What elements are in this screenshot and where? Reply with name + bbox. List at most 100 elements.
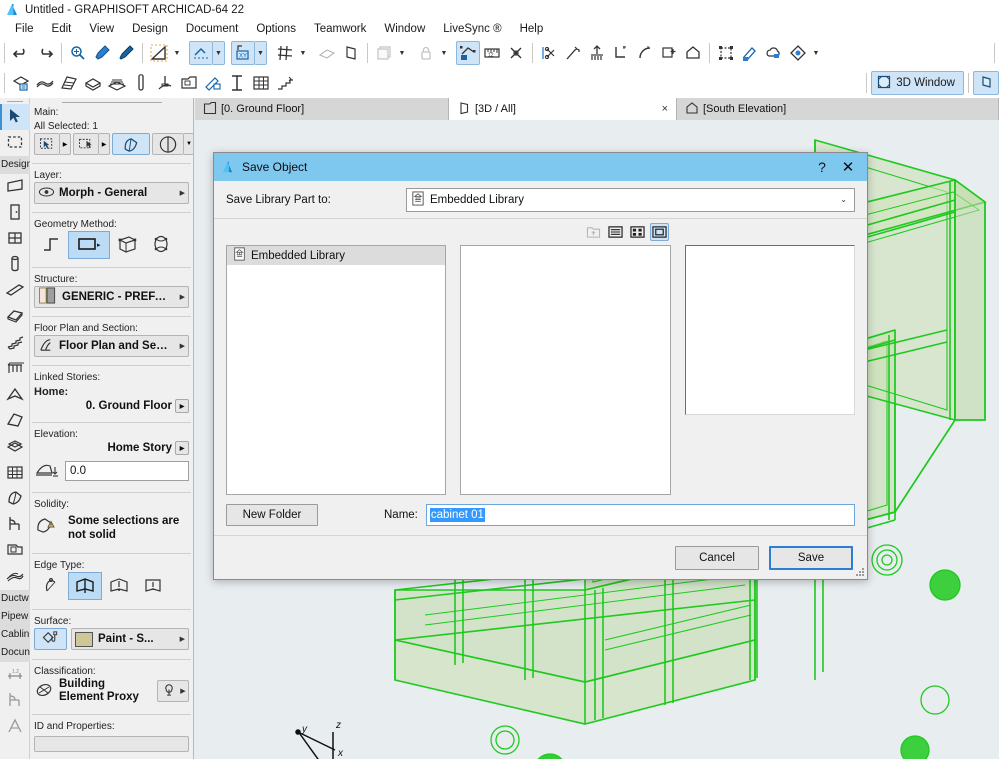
tool-arrow-select[interactable] <box>0 104 30 130</box>
chevron-right-icon[interactable]: ▶ <box>175 399 189 413</box>
morph-tool-icon[interactable] <box>112 133 150 155</box>
measure-tool-icon[interactable] <box>147 41 171 65</box>
up-folder-icon[interactable] <box>584 223 603 241</box>
tab-south-elevation[interactable]: [South Elevation] <box>677 98 999 120</box>
tool-morph[interactable] <box>0 486 30 512</box>
intersect-icon[interactable] <box>609 41 633 65</box>
chevron-right-icon[interactable]: ▶ <box>175 441 189 455</box>
tool-stamp[interactable] <box>0 538 30 564</box>
guide-lines-icon[interactable] <box>189 41 213 65</box>
grid-snap-icon[interactable] <box>273 41 297 65</box>
elevation-window-button[interactable] <box>973 71 999 95</box>
id-properties-field[interactable] <box>34 736 189 752</box>
close-icon[interactable]: ✕ <box>835 155 861 179</box>
elevation-input[interactable]: 0.0 <box>65 461 189 481</box>
zone-icon[interactable] <box>177 71 201 95</box>
help-icon[interactable]: ? <box>809 155 835 179</box>
edge-visible-button[interactable] <box>102 572 136 600</box>
dimension-ruler-icon[interactable]: 12 <box>480 41 504 65</box>
tool-wall[interactable] <box>0 174 30 200</box>
tool-stair[interactable] <box>0 330 30 356</box>
selection-settings-button[interactable]: ▶ <box>34 133 71 155</box>
tool-mesh[interactable] <box>0 434 30 460</box>
marquee-zoom-icon[interactable] <box>66 41 90 65</box>
profile-icon[interactable] <box>225 71 249 95</box>
morph-preview-button[interactable]: ▼ <box>152 133 194 155</box>
beam-icon[interactable] <box>153 71 177 95</box>
morph-preview-icon[interactable] <box>152 133 184 155</box>
edge-hard-button[interactable] <box>68 572 102 600</box>
chevron-right-icon[interactable]: ▶ <box>178 635 185 643</box>
selection-settings-icon[interactable] <box>34 133 60 155</box>
chevron-down-icon[interactable]: ▼ <box>184 133 194 155</box>
menu-teamwork[interactable]: Teamwork <box>305 20 375 38</box>
chevron-down-icon[interactable]: ▼ <box>810 41 822 65</box>
syringe-icon[interactable] <box>114 41 138 65</box>
menu-help[interactable]: Help <box>511 20 553 38</box>
tree-item-embedded-library[interactable]: Embedded Library <box>227 246 445 265</box>
chevron-right-icon[interactable]: ▶ <box>178 293 185 301</box>
shell-icon[interactable] <box>57 71 81 95</box>
morph-settings-icon[interactable] <box>9 71 33 95</box>
multiply-icon[interactable] <box>657 41 681 65</box>
tool-beam[interactable] <box>0 278 30 304</box>
slab-icon[interactable] <box>81 71 105 95</box>
tool-roof-plane[interactable] <box>0 564 30 590</box>
geometry-revolve-button[interactable] <box>144 231 178 259</box>
tool-window[interactable] <box>0 226 30 252</box>
tool-door[interactable] <box>0 200 30 226</box>
marquee-settings-icon[interactable] <box>73 133 99 155</box>
floorplan-section-selector[interactable]: Floor Plan and Section... ▶ <box>34 335 189 357</box>
menu-livesync[interactable]: LiveSync ® <box>434 20 510 38</box>
menu-edit[interactable]: Edit <box>43 20 81 38</box>
structure-selector[interactable]: GENERIC - PREFABRICAT... ▶ <box>34 286 189 308</box>
menu-window[interactable]: Window <box>375 20 434 38</box>
3d-window-button[interactable]: 3D Window <box>871 71 964 95</box>
chevron-down-icon[interactable]: ▼ <box>396 41 408 65</box>
tool-text[interactable] <box>0 714 30 740</box>
details-view-icon[interactable] <box>628 223 647 241</box>
menu-view[interactable]: View <box>80 20 123 38</box>
list-view-icon[interactable] <box>606 223 625 241</box>
preview-view-icon[interactable] <box>650 223 669 241</box>
menu-file[interactable]: File <box>6 20 43 38</box>
chevron-down-icon[interactable]: ▼ <box>213 41 225 65</box>
adjust-icon[interactable] <box>585 41 609 65</box>
chevron-right-icon[interactable]: ▶ <box>99 133 110 155</box>
snap-plane-icon[interactable] <box>315 41 339 65</box>
chevron-down-icon[interactable]: ▼ <box>438 41 450 65</box>
object-name-input[interactable]: cabinet 01 <box>426 504 855 526</box>
redo-icon[interactable] <box>33 41 57 65</box>
tool-railing[interactable] <box>0 356 30 382</box>
marquee-settings-button[interactable]: ▶ <box>73 133 110 155</box>
tool-object-2[interactable] <box>0 688 30 714</box>
geometry-box-button[interactable] <box>110 231 144 259</box>
save-button[interactable]: Save <box>769 546 853 570</box>
rail-group-ductwork[interactable]: Ductw <box>0 590 30 608</box>
rail-group-design[interactable]: Design <box>0 156 30 174</box>
pencil-edit-icon[interactable] <box>738 41 762 65</box>
split-scissors-icon[interactable] <box>537 41 561 65</box>
tool-marquee[interactable] <box>0 130 30 156</box>
chevron-right-icon[interactable]: ▶ <box>178 687 185 695</box>
paint-3d-icon[interactable] <box>786 41 810 65</box>
tool-dimension[interactable]: 1.2 <box>0 662 30 688</box>
surface-selector[interactable]: Paint - S... ▶ <box>71 628 189 650</box>
geometry-rectangle-button[interactable]: ▸ <box>68 231 110 259</box>
edit-element-icon[interactable] <box>456 41 480 65</box>
trim-edit-icon[interactable] <box>201 71 225 95</box>
menu-design[interactable]: Design <box>123 20 177 38</box>
edge-hidden-button[interactable] <box>136 572 170 600</box>
rail-group-pipework[interactable]: Pipew <box>0 608 30 626</box>
classification-button[interactable]: ▶ <box>157 680 189 702</box>
tool-curtain-wall[interactable] <box>0 460 30 486</box>
rail-group-document[interactable]: Docun <box>0 644 30 662</box>
tool-column[interactable] <box>0 252 30 278</box>
geometry-polyline-button[interactable] <box>34 231 68 259</box>
new-folder-button[interactable]: New Folder <box>226 504 318 526</box>
chevron-down-icon[interactable]: ▼ <box>171 41 183 65</box>
chevron-down-icon[interactable]: ▼ <box>255 41 267 65</box>
edge-soft-button[interactable] <box>34 572 68 600</box>
chevron-right-icon[interactable]: ▶ <box>178 342 185 350</box>
chevron-right-icon[interactable]: ▶ <box>178 189 185 197</box>
